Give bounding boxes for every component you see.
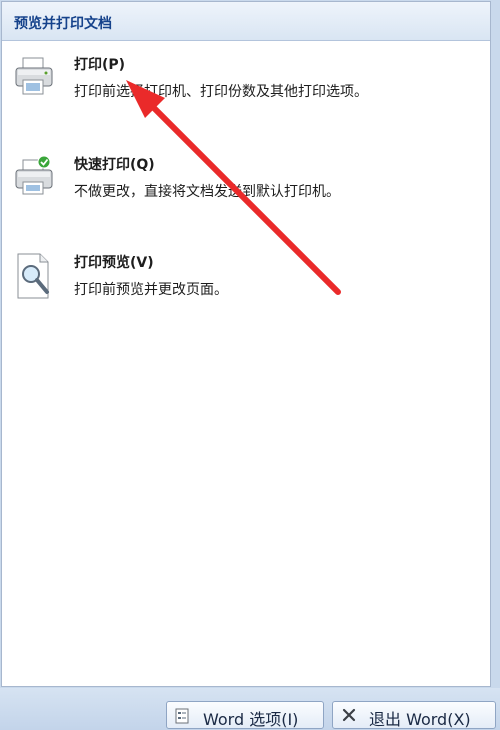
print-preview-description: 打印前预览并更改页面。 bbox=[74, 282, 228, 298]
options-icon bbox=[175, 708, 189, 728]
exit-word-label: 退出 Word(X) bbox=[369, 710, 471, 729]
panel-header: 预览并打印文档 bbox=[2, 2, 490, 41]
printer-icon bbox=[14, 54, 54, 98]
print-title: 打印(P) bbox=[74, 57, 126, 73]
exit-word-button[interactable]: 退出 Word(X) bbox=[332, 701, 496, 729]
quick-print-menu-item[interactable]: 快速打印(Q) 不做更改，直接将文档发送到默认打印机。 bbox=[8, 150, 478, 230]
print-menu-item[interactable]: 打印(P) 打印前选择打印机、打印份数及其他打印选项。 bbox=[8, 50, 478, 130]
close-icon bbox=[341, 707, 357, 727]
quick-print-title: 快速打印(Q) bbox=[74, 157, 155, 173]
print-description: 打印前选择打印机、打印份数及其他打印选项。 bbox=[74, 84, 368, 100]
print-preview-menu-item[interactable]: 打印预览(V) 打印前预览并更改页面。 bbox=[8, 248, 478, 328]
bottom-button-bar: Word 选项(I) 退出 Word(X) bbox=[0, 688, 500, 730]
watermark-text: Bai 经验 bbox=[322, 664, 413, 689]
print-preview-icon bbox=[14, 252, 54, 299]
word-options-button[interactable]: Word 选项(I) bbox=[166, 701, 324, 729]
quick-print-icon bbox=[14, 154, 54, 198]
print-preview-title: 打印预览(V) bbox=[74, 255, 154, 271]
print-submenu-panel: 预览并打印文档 打印(P) 打印前选择打印机、打印份数及其他打印选项。 快速打印… bbox=[1, 1, 491, 687]
quick-print-description: 不做更改，直接将文档发送到默认打印机。 bbox=[74, 184, 340, 200]
baidu-watermark: Bai 经验 bbox=[322, 652, 482, 692]
word-options-label: Word 选项(I) bbox=[203, 710, 299, 729]
panel-title: 预览并打印文档 bbox=[14, 16, 112, 32]
